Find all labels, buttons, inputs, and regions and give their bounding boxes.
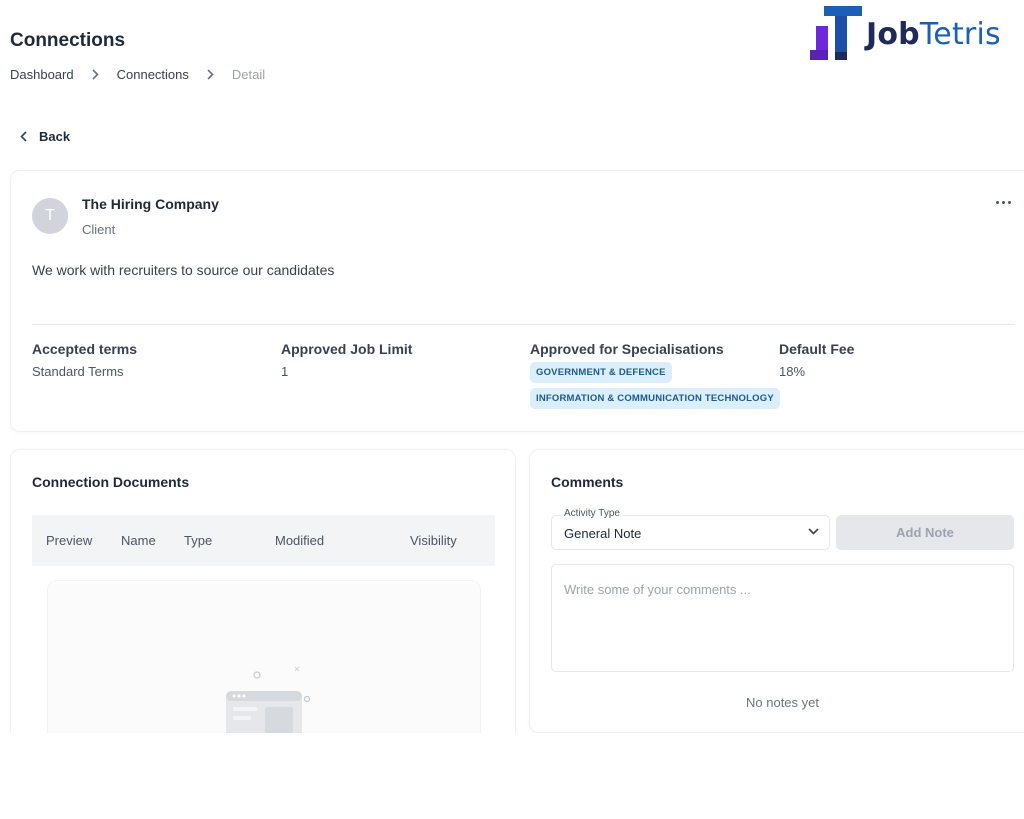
comments-title: Comments bbox=[551, 474, 624, 490]
documents-table-header: Preview Name Type Modified Visibility bbox=[32, 515, 495, 566]
no-notes-message: No notes yet bbox=[746, 695, 819, 710]
company-description: We work with recruiters to source our ca… bbox=[32, 262, 335, 278]
breadcrumb-dashboard[interactable]: Dashboard bbox=[10, 67, 74, 82]
accepted-terms: Accepted terms Standard Terms bbox=[32, 341, 138, 379]
chevron-right-icon bbox=[92, 69, 99, 80]
column-type[interactable]: Type bbox=[184, 533, 212, 548]
chevron-down-icon bbox=[808, 528, 819, 535]
breadcrumb: Dashboard Connections Detail bbox=[10, 67, 265, 82]
default-fee: Default Fee 18% bbox=[779, 341, 855, 379]
approved-specialisations: Approved for Specialisations GOVERNMENT … bbox=[530, 341, 780, 409]
comments-card: Comments Activity Type General Note Add … bbox=[529, 449, 1024, 733]
breadcrumb-connections[interactable]: Connections bbox=[117, 67, 189, 82]
jobtetris-logo-icon bbox=[810, 6, 862, 60]
chevron-right-icon bbox=[207, 69, 214, 80]
company-role: Client bbox=[82, 222, 116, 237]
add-note-button[interactable]: Add Note bbox=[836, 515, 1014, 550]
comment-input[interactable] bbox=[551, 564, 1014, 672]
brand-name: JobTetris bbox=[866, 16, 1001, 52]
back-button[interactable]: Back bbox=[20, 129, 70, 144]
avatar: T bbox=[32, 198, 68, 234]
activity-type-label: Activity Type bbox=[561, 508, 623, 519]
documents-title: Connection Documents bbox=[32, 474, 190, 490]
empty-documents-illustration-icon bbox=[226, 666, 311, 741]
documents-empty-state bbox=[47, 580, 481, 750]
breadcrumb-detail: Detail bbox=[231, 67, 266, 82]
brand-logo: JobTetris bbox=[810, 6, 1001, 62]
column-modified[interactable]: Modified bbox=[275, 533, 324, 548]
more-options-button[interactable] bbox=[996, 201, 1011, 204]
back-label: Back bbox=[39, 129, 71, 144]
column-preview[interactable]: Preview bbox=[46, 533, 92, 548]
page-bottom-whitespace bbox=[0, 733, 1024, 819]
client-card: T The Hiring Company Client We work with… bbox=[10, 170, 1024, 432]
divider bbox=[32, 324, 1015, 325]
approved-job-limit: Approved Job Limit 1 bbox=[281, 341, 413, 379]
column-name[interactable]: Name bbox=[121, 533, 156, 548]
connection-documents-card: Connection Documents Preview Name Type M… bbox=[10, 449, 516, 750]
company-name: The Hiring Company bbox=[82, 196, 219, 212]
chevron-left-icon bbox=[20, 131, 27, 142]
activity-type-value: General Note bbox=[564, 526, 642, 541]
specialisation-tag: GOVERNMENT & DEFENCE bbox=[530, 362, 672, 383]
page-title: Connections bbox=[10, 30, 126, 51]
column-visibility[interactable]: Visibility bbox=[410, 533, 457, 548]
specialisation-tag: INFORMATION & COMMUNICATION TECHNOLOGY bbox=[530, 388, 780, 409]
activity-type-select[interactable]: Activity Type General Note bbox=[551, 508, 830, 550]
ellipsis-icon bbox=[996, 201, 999, 204]
